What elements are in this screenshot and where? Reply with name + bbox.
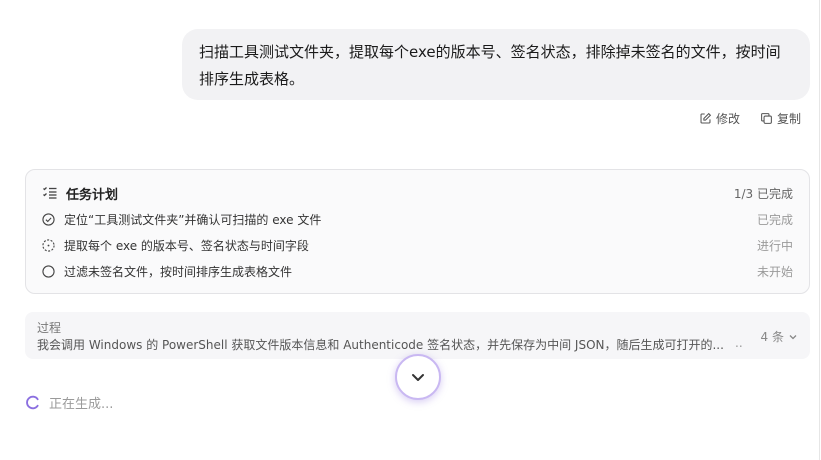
check-circle-icon bbox=[42, 212, 55, 226]
task-item: 定位“工具测试文件夹”并确认可扫描的 exe 文件 已完成 bbox=[42, 210, 793, 228]
copy-label: 复制 bbox=[776, 111, 801, 126]
task-item-text: 提取每个 exe 的版本号、签名状态与时间字段 bbox=[64, 238, 309, 253]
user-message-bubble: 扫描工具测试文件夹，提取每个exe的版本号、签名状态，排除掉未签名的文件，按时间… bbox=[182, 29, 810, 100]
task-plan-header: 任务计划 1/3 已完成 bbox=[42, 184, 793, 203]
edit-button[interactable]: 修改 bbox=[699, 110, 740, 127]
scrollbar-track[interactable] bbox=[819, 0, 820, 460]
scroll-to-bottom-button[interactable] bbox=[395, 354, 441, 400]
task-plan-card: 任务计划 1/3 已完成 定位“工具测试文件夹”并确认可扫描的 exe 文件 已… bbox=[25, 169, 810, 294]
task-plan-title: 任务计划 bbox=[66, 187, 119, 203]
process-text: 我会调用 Windows 的 PowerShell 获取文件版本信息和 Auth… bbox=[37, 338, 724, 352]
task-item: 过滤未签名文件，按时间排序生成表格文件 未开始 bbox=[42, 262, 793, 280]
task-item-status: 未开始 bbox=[756, 264, 793, 279]
process-label: 过程 bbox=[37, 321, 62, 335]
edit-icon bbox=[700, 112, 712, 123]
loading-spinner-icon bbox=[26, 395, 39, 409]
edit-label: 修改 bbox=[715, 111, 740, 126]
process-panel[interactable]: 过程 我会调用 Windows 的 PowerShell 获取文件版本信息和 A… bbox=[25, 312, 810, 359]
user-message-text: 扫描工具测试文件夹，提取每个exe的版本号、签名状态，排除掉未签名的文件，按时间… bbox=[199, 43, 781, 88]
in-progress-circle-icon bbox=[42, 238, 55, 252]
process-count-label: 4 条 bbox=[760, 330, 784, 344]
task-item-text: 定位“工具测试文件夹”并确认可扫描的 exe 文件 bbox=[64, 212, 322, 227]
message-actions: 修改 复制 bbox=[699, 109, 801, 127]
chat-page: 扫描工具测试文件夹，提取每个exe的版本号、签名状态，排除掉未签名的文件，按时间… bbox=[0, 0, 821, 460]
task-item: 提取每个 exe 的版本号、签名状态与时间字段 进行中 bbox=[42, 236, 793, 254]
chevron-down-icon bbox=[789, 334, 797, 339]
generating-label: 正在生成... bbox=[49, 396, 114, 412]
task-list-icon bbox=[43, 187, 57, 199]
process-trailing: .. bbox=[735, 336, 743, 350]
process-expand-button[interactable]: 4 条 bbox=[761, 328, 798, 345]
empty-circle-icon bbox=[42, 264, 55, 278]
task-item-text: 过滤未签名文件，按时间排序生成表格文件 bbox=[64, 264, 293, 279]
task-plan-progress: 1/3 已完成 bbox=[733, 186, 793, 201]
copy-button[interactable]: 复制 bbox=[760, 110, 801, 127]
chevron-down-icon bbox=[412, 374, 424, 381]
copy-icon bbox=[761, 112, 772, 124]
task-item-status: 已完成 bbox=[756, 212, 793, 227]
generating-indicator: 正在生成... bbox=[25, 393, 114, 412]
task-item-status: 进行中 bbox=[756, 238, 793, 253]
